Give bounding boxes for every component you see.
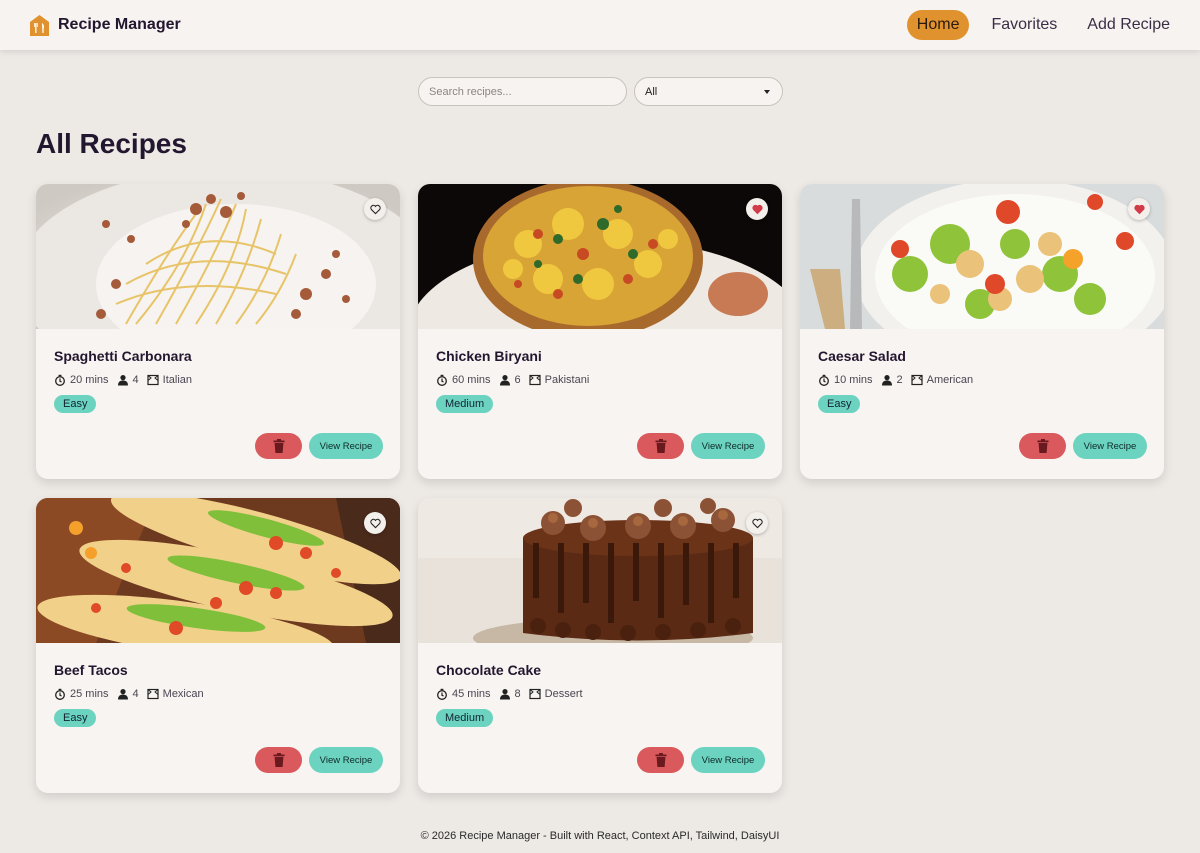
recipe-time: 60 mins: [452, 374, 491, 386]
chef-icon: [117, 375, 128, 386]
heart-filled-icon: [751, 204, 763, 214]
brand[interactable]: Recipe Manager: [30, 14, 181, 36]
recipe-time: 20 mins: [70, 374, 109, 386]
page-title: All Recipes: [36, 128, 187, 159]
recipe-meta: 10 mins 2 American: [818, 374, 981, 386]
trash-icon: [1037, 439, 1048, 453]
difficulty-badge: Easy: [54, 709, 97, 727]
beef-tacos-photo: [36, 498, 400, 643]
cuisine-flag-icon: [147, 374, 159, 386]
house-fork-icon: [30, 14, 49, 36]
delete-button[interactable]: [255, 747, 302, 773]
recipe-cuisine: Italian: [162, 374, 193, 386]
heart-filled-icon: [1133, 204, 1145, 214]
nav-home[interactable]: Home: [906, 10, 970, 40]
timer-icon: [437, 374, 447, 386]
chef-icon: [117, 689, 128, 700]
recipe-time: 25 mins: [70, 688, 109, 700]
view-recipe-button[interactable]: View Recipe: [1073, 433, 1147, 459]
recipe-meta: 25 mins 4 Mexican: [54, 688, 212, 700]
recipe-card: Caesar Salad 10 mins 2 American Easy Vie…: [800, 184, 1164, 479]
nav-links: Home Favorites Add Recipe: [906, 10, 1178, 40]
recipe-servings: 4: [132, 374, 139, 386]
caesar-salad-photo: [800, 184, 1164, 329]
heart-outline-icon: [369, 518, 381, 528]
difficulty-badge: Medium: [436, 395, 494, 413]
difficulty-badge: Easy: [54, 395, 97, 413]
recipe-meta: 20 mins 4 Italian: [54, 374, 200, 386]
recipe-card: Spaghetti Carbonara 20 mins 4 Italian Ea…: [36, 184, 400, 479]
favorite-button[interactable]: [1128, 198, 1150, 220]
cuisine-flag-icon: [147, 688, 159, 700]
chef-icon: [499, 375, 510, 386]
search-input[interactable]: [418, 77, 627, 106]
recipe-card: Beef Tacos 25 mins 4 Mexican Easy View R…: [36, 498, 400, 793]
chef-icon: [499, 689, 510, 700]
delete-button[interactable]: [637, 747, 684, 773]
search-row: All: [418, 77, 783, 106]
view-recipe-button[interactable]: View Recipe: [691, 747, 765, 773]
chef-icon: [881, 375, 892, 386]
nav-add-recipe[interactable]: Add Recipe: [1079, 10, 1178, 40]
recipe-meta: 45 mins 8 Dessert: [436, 688, 591, 700]
recipe-servings: 2: [896, 374, 903, 386]
recipe-cuisine: Mexican: [162, 688, 204, 700]
cuisine-flag-icon: [529, 688, 541, 700]
view-recipe-button[interactable]: View Recipe: [691, 433, 765, 459]
timer-icon: [55, 374, 65, 386]
cuisine-flag-icon: [529, 374, 541, 386]
trash-icon: [273, 439, 284, 453]
delete-button[interactable]: [255, 433, 302, 459]
trash-icon: [273, 753, 284, 767]
delete-button[interactable]: [1019, 433, 1066, 459]
recipe-title: Beef Tacos: [54, 662, 128, 678]
chocolate-cake-photo: [418, 498, 782, 643]
spaghetti-carbonara-photo: [36, 184, 400, 329]
difficulty-badge: Medium: [436, 709, 494, 727]
navbar: Recipe Manager Home Favorites Add Recipe: [0, 0, 1200, 50]
recipe-title: Chocolate Cake: [436, 662, 542, 678]
recipe-cuisine: Pakistani: [544, 374, 590, 386]
timer-icon: [55, 688, 65, 700]
heart-outline-icon: [369, 204, 381, 214]
trash-icon: [655, 439, 666, 453]
recipe-servings: 6: [514, 374, 521, 386]
chevron-down-icon: [764, 89, 770, 94]
favorite-button[interactable]: [746, 512, 768, 534]
recipe-servings: 8: [514, 688, 521, 700]
difficulty-badge: Easy: [818, 395, 861, 413]
favorite-button[interactable]: [364, 512, 386, 534]
view-recipe-button[interactable]: View Recipe: [309, 433, 383, 459]
cuisine-flag-icon: [911, 374, 923, 386]
favorite-button[interactable]: [364, 198, 386, 220]
recipe-servings: 4: [132, 688, 139, 700]
recipe-cuisine: Dessert: [544, 688, 583, 700]
brand-title: Recipe Manager: [58, 16, 181, 33]
recipe-title: Caesar Salad: [818, 348, 906, 364]
recipe-card: Chicken Biryani 60 mins 6 Pakistani Medi…: [418, 184, 782, 479]
favorite-button[interactable]: [746, 198, 768, 220]
trash-icon: [655, 753, 666, 767]
timer-icon: [819, 374, 829, 386]
timer-icon: [437, 688, 447, 700]
recipe-card: Chocolate Cake 45 mins 8 Dessert Medium …: [418, 498, 782, 793]
cuisine-filter-select[interactable]: All: [634, 77, 783, 106]
recipe-time: 10 mins: [834, 374, 873, 386]
footer-text: © 2026 Recipe Manager - Built with React…: [420, 830, 780, 842]
chicken-biryani-photo: [418, 184, 782, 329]
recipe-time: 45 mins: [452, 688, 491, 700]
view-recipe-button[interactable]: View Recipe: [309, 747, 383, 773]
filter-selected-value: All: [645, 85, 658, 98]
heart-outline-icon: [751, 518, 763, 528]
recipe-title: Spaghetti Carbonara: [54, 348, 192, 364]
delete-button[interactable]: [637, 433, 684, 459]
nav-favorites[interactable]: Favorites: [983, 10, 1065, 40]
recipe-title: Chicken Biryani: [436, 348, 542, 364]
recipe-cuisine: American: [926, 374, 974, 386]
recipe-meta: 60 mins 6 Pakistani: [436, 374, 597, 386]
